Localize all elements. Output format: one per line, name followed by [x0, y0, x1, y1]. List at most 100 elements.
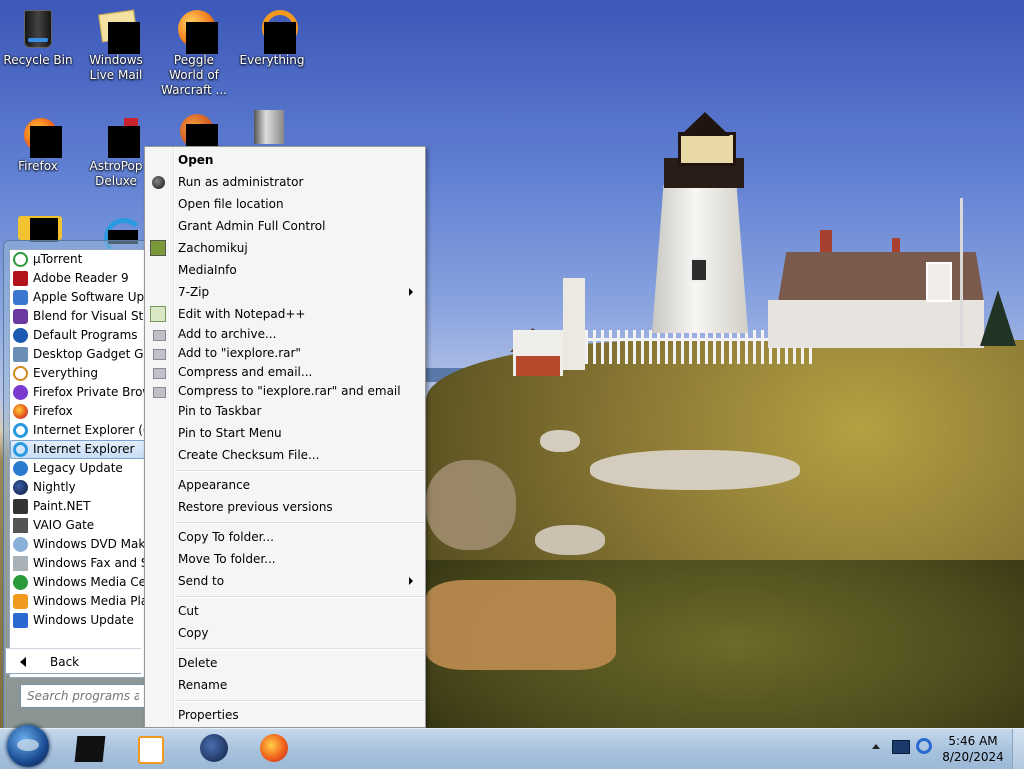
taskbar-globe[interactable]	[186, 732, 238, 766]
menu-item-send-to[interactable]: Send to	[147, 570, 423, 592]
program-item[interactable]: Blend for Visual Studio	[10, 307, 146, 326]
menu-item-7zip[interactable]: 7-Zip	[147, 281, 423, 303]
program-item[interactable]: Paint.NET	[10, 497, 146, 516]
show-desktop-button[interactable]	[1012, 729, 1024, 769]
back-arrow-icon	[20, 657, 26, 667]
desktop-icon-firefox[interactable]: Firefox	[0, 112, 76, 174]
submenu-arrow-icon	[409, 288, 413, 296]
program-item[interactable]: µTorrent	[10, 250, 146, 269]
program-item[interactable]: Desktop Gadget Gallery	[10, 345, 146, 364]
menu-item-grant-admin[interactable]: Grant Admin Full Control	[147, 215, 423, 237]
rock	[540, 430, 580, 452]
menu-separator	[176, 470, 424, 472]
apple-update-icon	[13, 290, 28, 305]
menu-item-compress-rar-email[interactable]: Compress to "iexplore.rar" and email	[147, 380, 423, 402]
pine-tree	[980, 290, 1016, 346]
recycle-bin-icon	[16, 6, 60, 50]
show-hidden-icons-arrow-icon[interactable]	[872, 744, 880, 749]
shed-base	[516, 356, 560, 376]
house-roof	[778, 252, 984, 302]
start-button[interactable]	[7, 725, 49, 767]
clock[interactable]: 5:46 AM 8/20/2024	[938, 733, 1008, 765]
menu-item-cut[interactable]: Cut	[147, 600, 423, 622]
blend-icon	[13, 309, 28, 324]
nightly-icon	[13, 480, 28, 495]
menu-separator	[176, 596, 424, 598]
media-center-icon	[13, 575, 28, 590]
search-icon	[250, 6, 298, 54]
all-programs-list: µTorrent Adobe Reader 9 Apple Software U…	[9, 249, 146, 678]
menu-item-edit-notepadpp[interactable]: Edit with Notepad++	[147, 303, 423, 325]
program-item[interactable]: Firefox Private Browsing	[10, 383, 146, 402]
zachomikuj-icon	[150, 240, 166, 256]
menu-separator	[176, 522, 424, 524]
menu-item-copy-to-folder[interactable]: Copy To folder...	[147, 526, 423, 548]
desktop-icon-label: AstroPop Deluxe	[89, 159, 143, 188]
utorrent-icon	[13, 252, 28, 267]
program-item[interactable]: Adobe Reader 9	[10, 269, 146, 288]
program-item[interactable]: Apple Software Update	[10, 288, 146, 307]
mail-icon	[94, 6, 140, 54]
menu-item-open-file-location[interactable]: Open file location	[147, 193, 423, 215]
desktop-icon-everything[interactable]: Everything	[234, 6, 310, 68]
menu-item-restore-versions[interactable]: Restore previous versions	[147, 496, 423, 518]
desktop-icon-windows-live-mail[interactable]: Windows Live Mail	[78, 6, 154, 83]
program-item[interactable]: VAIO Gate	[10, 516, 146, 535]
desktop-icon-label: Windows Live Mail	[89, 53, 143, 82]
globe-icon	[200, 734, 228, 762]
paintnet-icon	[13, 499, 28, 514]
network-icon[interactable]	[916, 738, 932, 754]
menu-item-copy[interactable]: Copy	[147, 622, 423, 644]
program-item[interactable]: Windows Media Player	[10, 592, 146, 611]
menu-item-zachomikuj[interactable]: Zachomikuj	[147, 237, 423, 259]
house-dormer	[926, 262, 952, 302]
search-icon	[13, 366, 28, 381]
chimney	[892, 238, 900, 254]
desktop-icon-peggle[interactable]: Peggle World of Warcraft ...	[156, 6, 232, 98]
taskbar-app-1[interactable]	[62, 732, 114, 766]
winrar-icon	[153, 349, 166, 360]
menu-separator	[176, 700, 424, 702]
program-item-selected[interactable]: Internet Explorer	[10, 440, 146, 459]
menu-item-move-to-folder[interactable]: Move To folder...	[147, 548, 423, 570]
program-item[interactable]: Internet Explorer (64-bit)	[10, 421, 146, 440]
gadget-icon	[13, 347, 28, 362]
menu-item-delete[interactable]: Delete	[147, 652, 423, 674]
search-input[interactable]	[20, 684, 146, 708]
program-item[interactable]: Firefox	[10, 402, 146, 421]
menu-item-appearance[interactable]: Appearance	[147, 474, 423, 496]
program-item[interactable]: Windows Fax and Scan	[10, 554, 146, 573]
ie-icon	[13, 423, 28, 438]
menu-item-pin-taskbar[interactable]: Pin to Taskbar	[147, 400, 423, 422]
program-item[interactable]: Nightly	[10, 478, 146, 497]
firefox-private-icon	[13, 385, 28, 400]
rock	[535, 525, 605, 555]
flag-pole	[960, 198, 963, 346]
program-item[interactable]: Everything	[10, 364, 146, 383]
adobe-reader-icon	[13, 271, 28, 286]
program-item[interactable]: Default Programs	[10, 326, 146, 345]
menu-item-open[interactable]: Open	[147, 149, 423, 171]
context-menu: Open Run as administrator Open file loca…	[144, 146, 426, 728]
program-item[interactable]: Windows Media Center	[10, 573, 146, 592]
menu-item-properties[interactable]: Properties	[147, 704, 423, 726]
menu-item-rename[interactable]: Rename	[147, 674, 423, 696]
taskbar-media-player[interactable]	[122, 732, 174, 766]
menu-item-mediainfo[interactable]: MediaInfo	[147, 259, 423, 281]
rock	[426, 580, 616, 670]
desktop-icon-astropop[interactable]: AstroPop Deluxe	[78, 112, 154, 189]
program-item[interactable]: Windows Update	[10, 611, 146, 630]
winrar-icon	[153, 387, 166, 398]
house	[768, 300, 984, 348]
program-item[interactable]: Legacy Update	[10, 459, 146, 478]
desktop-icon-recycle-bin[interactable]: Recycle Bin	[0, 6, 76, 68]
program-item[interactable]: Windows DVD Maker	[10, 535, 146, 554]
back-button[interactable]: Back	[5, 648, 141, 674]
taskbar-firefox[interactable]	[246, 732, 298, 766]
menu-item-create-checksum[interactable]: Create Checksum File...	[147, 444, 423, 466]
menu-item-run-as-admin[interactable]: Run as administrator	[147, 171, 423, 193]
lighthouse-window	[690, 258, 708, 282]
clock-time: 5:46 AM	[948, 734, 998, 748]
menu-item-pin-start[interactable]: Pin to Start Menu	[147, 422, 423, 444]
display-icon[interactable]	[892, 740, 910, 754]
